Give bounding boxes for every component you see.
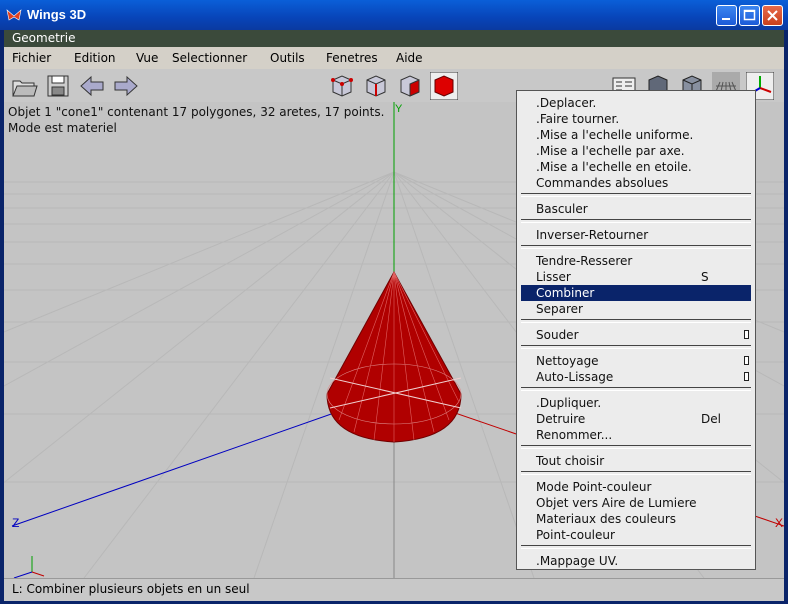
window-title: Wings 3D [27,7,87,22]
menu-item-nettoyage[interactable]: Nettoyage [521,353,751,369]
y-axis-label: Y [395,103,403,115]
menu-item-lisser[interactable]: Lisser S [521,269,751,285]
menu-separator [521,471,751,475]
menu-selectionner[interactable]: Selectionner [172,51,247,65]
minimize-icon [722,18,730,20]
status-message: L: Combiner plusieurs objets en un seul [12,582,250,596]
shortcut-label: S [701,270,709,284]
menu-fenetres[interactable]: Fenetres [326,51,378,65]
redo-arrow-icon[interactable] [112,72,140,100]
menu-item-materiaux-couleurs[interactable]: Materiaux des couleurs [521,511,751,527]
vertex-mode-icon[interactable] [328,72,356,100]
menu-item-point-couleur[interactable]: Point-couleur [521,527,751,543]
menu-item-deplacer[interactable]: .Deplacer. [521,95,751,111]
menu-item-tendre-resserer[interactable]: Tendre-Resserer [521,253,751,269]
menu-item-separer[interactable]: Separer [521,301,751,317]
menu-separator [521,387,751,391]
menu-item-souder[interactable]: Souder [521,327,751,343]
body-mode-icon[interactable] [430,72,458,100]
shortcut-label: Del [701,412,721,426]
face-mode-icon[interactable] [396,72,424,100]
menu-fichier[interactable]: Fichier [12,51,51,65]
menu-item-basculer[interactable]: Basculer [521,201,751,217]
close-button[interactable] [762,5,783,26]
menu-item-detruire[interactable]: Detruire Del [521,411,751,427]
mini-axes-icon [13,556,45,578]
maximize-icon [743,9,756,21]
menu-item-renommer[interactable]: Renommer... [521,427,751,443]
object-info-text: Objet 1 "cone1" contenant 17 polygones, … [8,105,385,119]
minimize-button[interactable] [716,5,737,26]
wings-logo-icon [6,9,22,21]
context-menu: .Deplacer. .Faire tourner. .Mise a l'ech… [516,90,756,570]
menu-separator [521,545,751,549]
menu-item-faire-tourner[interactable]: .Faire tourner. [521,111,751,127]
menu-separator [521,345,751,349]
open-icon[interactable] [10,72,38,100]
status-bar: L: Combiner plusieurs objets en un seul [4,578,784,601]
menu-vue[interactable]: Vue [136,51,158,65]
menu-item-objet-aire-lumiere[interactable]: Objet vers Aire de Lumiere [521,495,751,511]
z-axis-label: Z [12,516,19,530]
menu-item-dupliquer[interactable]: .Dupliquer. [521,395,751,411]
maximize-button[interactable] [739,5,760,26]
menu-item-mappage-uv[interactable]: .Mappage UV. [521,553,751,569]
x-axis-label: X [775,516,783,530]
menu-separator [521,319,751,323]
mode-info-text: Mode est materiel [8,121,117,135]
menu-separator [521,445,751,449]
save-icon[interactable] [44,72,72,100]
menu-item-tout-choisir[interactable]: Tout choisir [521,453,751,469]
option-box-icon[interactable] [744,372,749,381]
menu-separator [521,193,751,197]
menu-item-echelle-etoile[interactable]: .Mise a l'echelle en etoile. [521,159,751,175]
menu-item-auto-lissage[interactable]: Auto-Lissage [521,369,751,385]
menu-outils[interactable]: Outils [270,51,305,65]
menu-item-echelle-uniforme[interactable]: .Mise a l'echelle uniforme. [521,127,751,143]
geometry-window-title[interactable]: Geometrie [4,30,784,47]
edge-mode-icon[interactable] [362,72,390,100]
menu-item-inverser-retourner[interactable]: Inverser-Retourner [521,227,751,243]
menu-item-echelle-axe[interactable]: .Mise a l'echelle par axe. [521,143,751,159]
menu-bar: Fichier Edition Vue Selectionner Outils … [4,47,784,69]
option-box-icon[interactable] [744,356,749,365]
menu-item-mode-point-couleur[interactable]: Mode Point-couleur [521,479,751,495]
app-window: Wings 3D Geometrie Fichier Edition Vue S… [0,0,788,604]
menu-separator [521,245,751,249]
close-icon [767,10,778,21]
menu-item-commandes-absolues[interactable]: Commandes absolues [521,175,751,191]
title-bar[interactable]: Wings 3D [0,0,788,30]
menu-item-combiner[interactable]: Combiner [521,285,751,301]
menu-separator [521,219,751,223]
menu-edition[interactable]: Edition [74,51,116,65]
cone-model[interactable] [326,270,462,443]
undo-arrow-icon[interactable] [78,72,106,100]
option-box-icon[interactable] [744,330,749,339]
menu-aide[interactable]: Aide [396,51,423,65]
